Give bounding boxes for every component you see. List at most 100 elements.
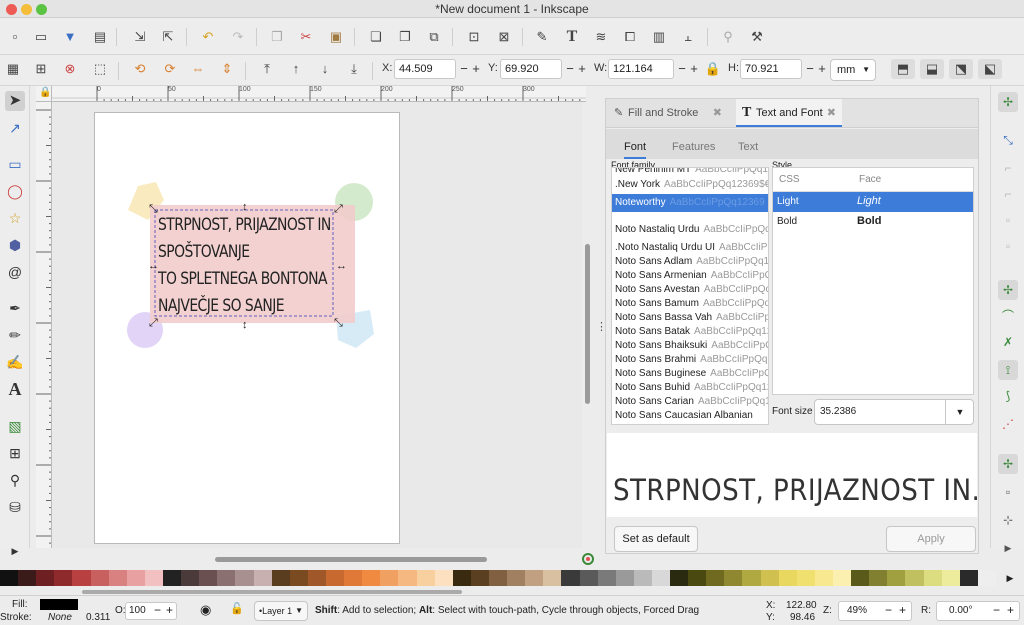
more-snap-options-icon[interactable]: ▶ [998,538,1018,558]
palette-swatch[interactable] [833,570,852,586]
font-list-item[interactable]: Noto Sans Avestan AaBbCcIiPpQq [612,283,768,297]
palette-swatch[interactable] [579,570,598,586]
tab-fill-and-stroke[interactable]: ✎ Fill and Stroke ✖ [608,99,732,127]
w-decrement-button[interactable]: − [676,59,688,79]
canvas-text-object[interactable]: STRPNOST, PRIJAZNOST IN SPOŠTOVANJE TO S… [158,212,331,320]
chevron-right-icon[interactable]: ▶ [1007,573,1014,583]
raise-to-top-icon[interactable]: ⤒ [257,59,277,79]
font-list-item[interactable]: Noto Sans Bassa VahAaBbCcIiPpQ [612,311,768,325]
undo-icon[interactable]: ↶ [198,27,218,47]
snap-cusp-nodes-icon[interactable]: ⟟ [998,360,1018,380]
rotation-spinbutton[interactable]: 0.00° − + [936,601,1020,621]
layer-dropdown[interactable]: •Layer 1 ▼ [254,601,308,621]
opacity-input[interactable]: 100 [129,605,146,616]
fill-swatch[interactable] [40,599,78,610]
subtab-features[interactable]: Features [672,135,715,159]
palette-swatch[interactable] [561,570,580,586]
style-row-selected[interactable]: Light Light [773,192,973,212]
import-icon[interactable]: ⇲ [130,27,150,47]
font-list-item[interactable]: Noto Sans Caucasian Albanian [612,409,768,423]
apply-button[interactable]: Apply [886,526,976,552]
set-as-default-button[interactable]: Set as default [614,526,698,552]
redo-icon[interactable]: ↷ [228,27,248,47]
h-input[interactable]: 70.921 [740,59,802,79]
font-list-item[interactable]: Noto Sans BatakAaBbCcIiPpQq123 [612,325,768,339]
export-icon[interactable]: ⇱ [158,27,178,47]
unlink-clone-icon[interactable]: ⧉ [424,27,444,47]
deselect-icon[interactable]: ⊗ [60,59,80,79]
palette-swatch[interactable] [253,570,272,586]
text-tool-icon[interactable]: A [5,379,25,399]
font-list-item[interactable]: Noto Sans BhaiksukiAaBbCcIiPpQc [612,339,768,353]
snap-line-midpoints-icon[interactable]: ⋰ [998,414,1018,434]
h-decrement-button[interactable]: − [804,59,816,79]
palette-swatch[interactable] [144,570,163,586]
palette-swatch[interactable] [199,570,218,586]
preferences-icon[interactable]: ⚲ [718,27,738,47]
toggle-visibility-icon[interactable]: ◉ [200,602,211,618]
palette-swatch[interactable] [724,570,743,586]
rotate-cw-icon[interactable]: ⇕ [217,59,237,79]
canvas-horizontal-scrollbar[interactable] [215,557,487,562]
snap-smooth-nodes-icon[interactable]: ⟆ [998,386,1018,406]
palette-swatch[interactable] [887,570,906,586]
palette-swatch[interactable] [869,570,888,586]
palette-swatch[interactable] [633,570,652,586]
xml-editor-icon[interactable]: ⧠ [620,27,640,47]
text-font-dialog-icon[interactable]: T [562,27,582,47]
minimize-window-button[interactable] [21,4,32,15]
snap-nodes-icon[interactable]: ✢ [998,280,1018,300]
palette-swatch[interactable] [543,570,562,586]
palette-swatch[interactable] [235,570,254,586]
palette-swatch[interactable] [398,570,417,586]
snap-paths-icon[interactable]: ⌒ [998,306,1018,326]
palette-swatch[interactable] [271,570,290,586]
font-list-item[interactable]: Noto Sans BuhidAaBbCcIiPpQq123 [612,381,768,395]
mesh-tool-icon[interactable]: ⊞ [5,443,25,463]
color-palette[interactable] [0,570,997,586]
palette-swatch[interactable] [452,570,471,586]
palette-swatch[interactable] [959,570,978,586]
rotation-input[interactable]: 0.00° [949,605,972,616]
ruler-corner-lock[interactable]: 🔒 [36,86,52,102]
copy-icon[interactable]: ❐ [267,27,287,47]
y-input[interactable]: 69.920 [500,59,562,79]
paint-bucket-tool-icon[interactable]: ⛁ [5,497,25,517]
palette-swatch[interactable] [905,570,924,586]
font-list-item[interactable]: Noto Sans ArmenianAaBbCcIiPpQc [612,269,768,283]
cut-icon[interactable]: ✂ [296,27,316,47]
stroke-swatch[interactable]: None [48,612,72,623]
opacity-increment-button[interactable]: + [166,603,173,617]
palette-swatch[interactable] [651,570,671,586]
font-list-item[interactable]: Noto Sans BamumAaBbCcIiPpQq1 [612,297,768,311]
dropper-tool-icon[interactable]: ⚲ [5,470,25,490]
palette-swatch[interactable] [525,570,544,586]
selector-tool-icon[interactable]: ➤ [5,91,25,111]
rotate-decrement-button[interactable]: − [993,603,1000,617]
font-size-input[interactable]: 35.2386 [820,406,856,417]
color-managed-icon[interactable] [582,553,594,565]
palette-swatch[interactable] [941,570,960,586]
font-list-item[interactable]: Noto Sans CarianAaBbCcIiPpQq12 [612,395,768,409]
palette-swatch[interactable] [126,570,145,586]
palette-swatch[interactable] [344,570,363,586]
pencil-tool-icon[interactable]: ✏ [5,325,25,345]
select-all-icon[interactable]: ▦ [3,59,23,79]
palette-swatch[interactable] [615,570,634,586]
palette-swatch[interactable] [36,570,55,586]
zoom-window-button[interactable] [36,4,47,15]
transform-gradients-icon[interactable]: ⬔ [949,59,973,79]
font-family-list[interactable]: New Peninim MTAaBbCcIiPpQq12369 .New Yor… [611,167,769,425]
objects-dialog-icon[interactable]: ▥ [649,27,669,47]
snap-bbox-midpoint-icon[interactable]: ▫ [998,210,1018,230]
snap-bbox-corner-icon[interactable]: ⌐ [998,184,1018,204]
font-list-item[interactable]: .New York AaBbCcIiPpQq12369$€¢ [612,178,768,192]
palette-swatch[interactable] [507,570,526,586]
toggle-lock-icon[interactable]: 🔓 [230,602,244,615]
palette-swatch[interactable] [18,570,37,586]
tab-text-and-font[interactable]: T Text and Font ✖ [736,99,842,127]
lock-proportions-icon[interactable]: 🔒 [703,59,723,79]
snap-object-midpoint-icon[interactable]: ▫ [998,482,1018,502]
snap-others-icon[interactable]: ✢ [998,454,1018,474]
scale-corners-icon[interactable]: ⬓ [920,59,944,79]
